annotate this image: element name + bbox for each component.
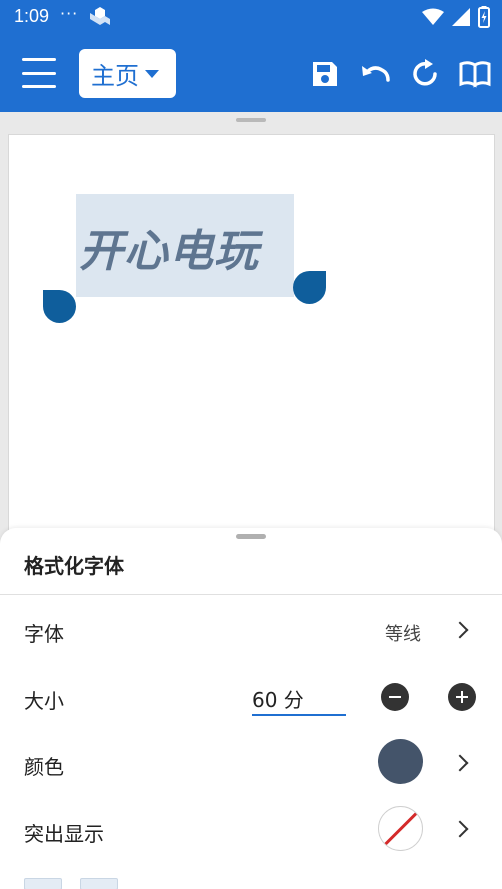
wifi-icon	[422, 8, 444, 25]
selection-start-handle[interactable]	[43, 290, 76, 323]
signal-icon	[452, 8, 470, 26]
status-bar: 1:09 ···	[0, 0, 502, 34]
highlight-label: 突出显示	[24, 822, 104, 846]
no-color-slash-icon	[380, 809, 420, 849]
menu-icon[interactable]	[22, 58, 56, 88]
document-canvas[interactable]: 开心电玩	[0, 112, 502, 534]
ribbon-drag-handle[interactable]	[236, 118, 266, 122]
undo-icon[interactable]	[359, 58, 391, 90]
document-page[interactable]: 开心电玩	[8, 134, 495, 534]
save-icon[interactable]	[309, 58, 341, 90]
app-notification-icon	[90, 7, 110, 25]
chevron-right-icon	[451, 754, 469, 772]
format-font-sheet: 格式化字体 字体 等线 大小 60 分 颜色 突出显示	[0, 528, 502, 889]
chevron-down-icon	[145, 69, 159, 78]
font-color-swatch[interactable]	[378, 739, 423, 784]
ribbon-tab-label: 主页	[91, 62, 139, 90]
redo-icon[interactable]	[410, 58, 442, 90]
style-button[interactable]	[24, 878, 62, 889]
chevron-right-icon	[451, 621, 469, 639]
divider	[0, 594, 502, 595]
highlight-none-swatch[interactable]	[378, 806, 423, 851]
status-time: 1:09	[14, 6, 50, 26]
style-button[interactable]	[80, 878, 118, 889]
color-label: 颜色	[24, 755, 64, 779]
read-mode-icon[interactable]	[459, 58, 491, 90]
font-label: 字体	[24, 622, 64, 646]
increase-size-button[interactable]	[448, 683, 476, 711]
font-value: 等线	[385, 624, 421, 645]
sheet-title: 格式化字体	[24, 554, 124, 578]
decrease-size-button[interactable]	[381, 683, 409, 711]
more-notifications-icon: ···	[60, 4, 79, 23]
sheet-drag-handle[interactable]	[236, 534, 266, 539]
selected-text[interactable]: 开心电玩	[79, 215, 259, 279]
app-toolbar: 主页	[0, 34, 502, 112]
selection-end-handle[interactable]	[293, 271, 326, 304]
size-label: 大小	[24, 689, 64, 713]
ribbon-tab-dropdown[interactable]: 主页	[79, 49, 176, 98]
font-size-input[interactable]: 60 分	[252, 682, 346, 716]
battery-icon	[478, 6, 490, 28]
chevron-right-icon	[451, 820, 469, 838]
